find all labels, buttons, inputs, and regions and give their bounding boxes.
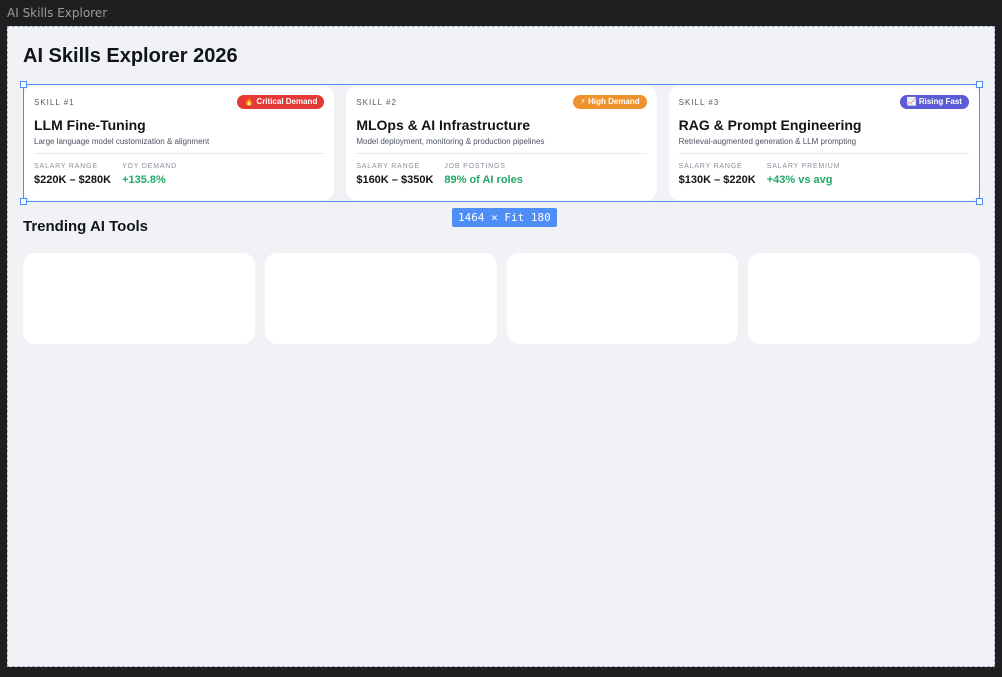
selection-box[interactable]: [20, 81, 983, 205]
selection-size-label: 1464 × Fit 180: [452, 208, 557, 227]
resize-handle-bottom-right[interactable]: [976, 198, 983, 205]
tool-card-4[interactable]: [748, 253, 980, 344]
resize-handle-top-right[interactable]: [976, 81, 983, 88]
page-title: AI Skills Explorer 2026: [23, 45, 238, 67]
tools-row: [23, 253, 980, 344]
canvas-frame: AI Skills Explorer 2026 SKILL #1 🔥 Criti…: [7, 26, 995, 667]
tool-card-2[interactable]: [264, 253, 497, 344]
tool-card-1[interactable]: [23, 253, 255, 344]
resize-handle-top-left[interactable]: [20, 81, 27, 88]
window-title: AI Skills Explorer: [7, 6, 108, 20]
section-title: Trending AI Tools: [23, 218, 148, 235]
tool-card-3[interactable]: [506, 253, 739, 344]
resize-handle-bottom-left[interactable]: [20, 198, 27, 205]
